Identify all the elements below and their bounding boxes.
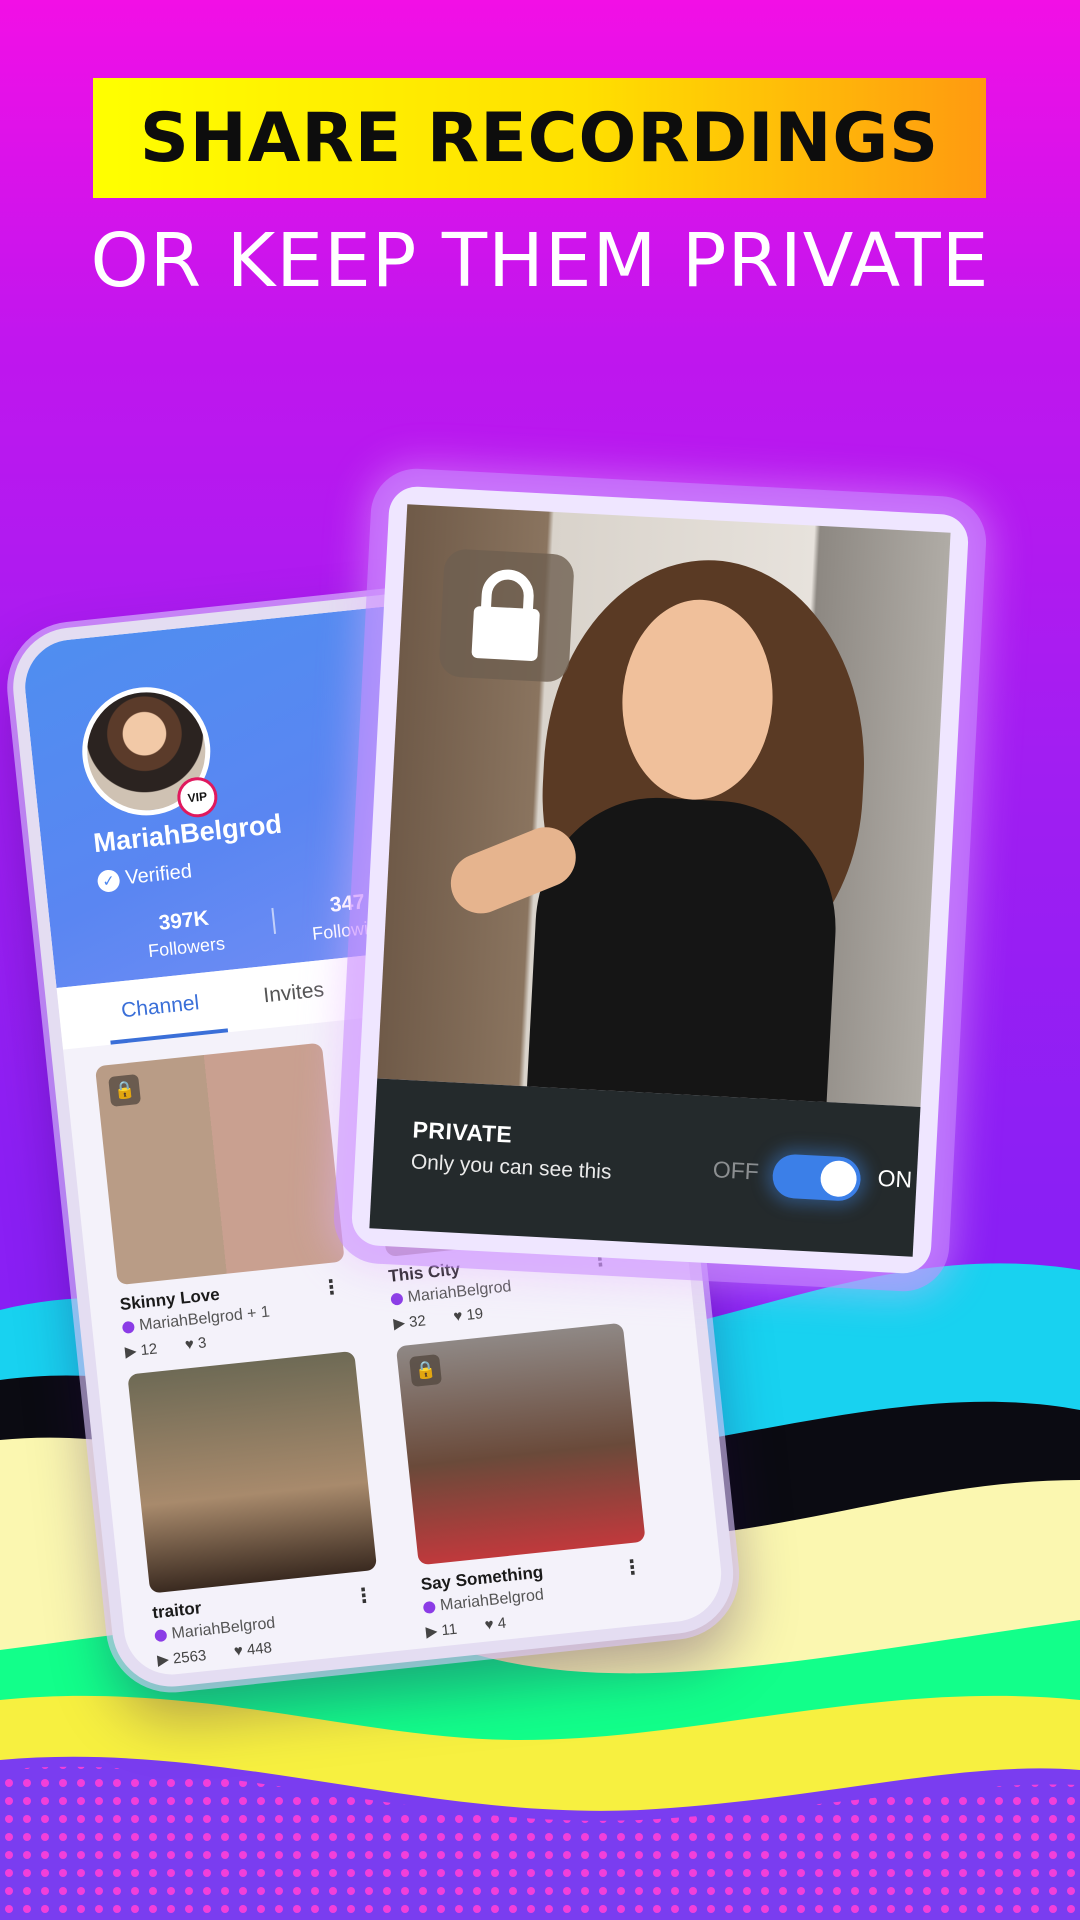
verified-status: ✓ Verified <box>96 860 193 893</box>
heart-icon: ♥ <box>483 1615 495 1634</box>
headline: SHARE RECORDINGS <box>139 98 940 178</box>
recording-card[interactable]: 🔒 Skinny Love MariahBelgrod + 1 ▶ 12 ♥ 3… <box>94 1042 353 1361</box>
play-count-value: 12 <box>139 1340 159 1360</box>
toggle-knob[interactable] <box>819 1159 858 1198</box>
play-count-value: 11 <box>440 1620 458 1640</box>
like-count: ♥ 4 <box>484 1615 507 1635</box>
toggle-off-label: OFF <box>712 1156 760 1185</box>
tab-invites[interactable]: Invites <box>262 978 325 1008</box>
like-count: ♥ 19 <box>453 1305 484 1326</box>
play-count: ▶ 32 <box>393 1311 427 1332</box>
more-vertical-icon[interactable]: ⋮ <box>320 1274 343 1301</box>
recording-card[interactable]: 🔒 Say Something MariahBelgrod ▶ 11 ♥ 4 ⋮ <box>395 1322 654 1641</box>
like-count: ♥ 448 <box>233 1639 273 1661</box>
subheadline: OR KEEP THEM PRIVATE <box>90 218 990 304</box>
verified-dot-icon <box>390 1292 404 1306</box>
headline-banner: SHARE RECORDINGS <box>93 78 986 198</box>
play-icon: ▶ <box>425 1622 439 1641</box>
play-icon: ▶ <box>124 1342 138 1361</box>
recording-thumbnail[interactable] <box>127 1350 378 1594</box>
recording-photo <box>377 504 951 1107</box>
privacy-title: PRIVATE <box>411 1116 513 1148</box>
stat-divider <box>271 907 277 934</box>
recording-thumbnail[interactable]: 🔒 <box>395 1322 646 1566</box>
heart-icon: ♥ <box>452 1307 464 1326</box>
lock-icon: 🔒 <box>108 1073 142 1107</box>
heart-icon: ♥ <box>184 1335 195 1354</box>
play-count-value: 32 <box>408 1312 427 1331</box>
play-count: ▶ 2563 <box>156 1646 208 1670</box>
lock-icon <box>438 548 575 683</box>
like-count-value: 4 <box>496 1614 507 1633</box>
followers-stat[interactable]: 397K Followers <box>144 905 226 962</box>
tab-channel[interactable]: Channel <box>120 991 200 1023</box>
play-icon: ▶ <box>392 1314 406 1333</box>
like-count: ♥ 3 <box>184 1334 207 1354</box>
private-toggle[interactable] <box>771 1153 862 1202</box>
privacy-bar: PRIVATE Only you can see this OFF ON <box>369 1078 921 1257</box>
photo-body <box>525 791 843 1107</box>
like-count-value: 448 <box>246 1639 273 1659</box>
privacy-subtitle: Only you can see this <box>410 1150 613 1184</box>
recording-thumbnail[interactable]: 🔒 <box>94 1042 345 1286</box>
toggle-on-label: ON <box>877 1164 913 1193</box>
play-count: ▶ 11 <box>425 1620 458 1641</box>
verified-dot-icon <box>422 1600 436 1615</box>
profile-username: MariahBelgrod <box>92 808 284 859</box>
play-icon: ▶ <box>156 1650 170 1670</box>
like-count-value: 19 <box>465 1305 484 1324</box>
like-count-value: 3 <box>197 1334 208 1353</box>
recording-card[interactable]: traitor MariahBelgrod ▶ 2563 ♥ 448 ⋮ <box>127 1350 385 1670</box>
more-vertical-icon[interactable]: ⋮ <box>352 1582 375 1609</box>
followers-label: Followers <box>147 933 226 962</box>
lock-icon: 🔒 <box>409 1354 443 1388</box>
play-count-value: 2563 <box>172 1647 208 1668</box>
play-count: ▶ 12 <box>124 1340 159 1361</box>
verified-check-icon: ✓ <box>96 868 121 893</box>
followers-count: 397K <box>157 906 210 935</box>
verified-dot-icon <box>154 1629 168 1643</box>
active-tab-indicator <box>110 1028 229 1045</box>
verified-dot-icon <box>121 1320 135 1334</box>
more-vertical-icon[interactable]: ⋮ <box>621 1554 644 1581</box>
heart-icon: ♥ <box>233 1642 244 1661</box>
verified-label: Verified <box>124 860 193 890</box>
private-recording-card: PRIVATE Only you can see this OFF ON <box>350 485 970 1275</box>
